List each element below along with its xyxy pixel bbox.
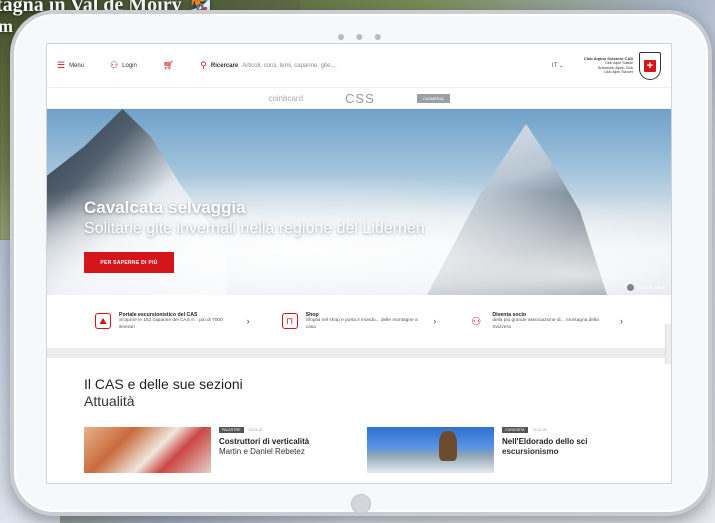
language-value: IT	[551, 63, 558, 69]
news-card-tags: PALESTRE 25.01.25	[219, 427, 351, 433]
feedback-side-tab[interactable]	[665, 324, 671, 364]
member-icon: ⚇	[471, 315, 482, 328]
news-card-body: PALESTRE 25.01.25 Costruttori di vertica…	[219, 427, 351, 473]
menu-label: Menu	[69, 62, 85, 69]
news-card-tags: CURIOSITÀ 24.01.25	[502, 427, 634, 433]
hero-subtitle: Solitarie gite invernali nella regione d…	[84, 220, 425, 237]
chevron-right-icon: ›	[433, 316, 437, 327]
hero-title: Cavalcata selvaggia	[84, 198, 246, 217]
top-navigation: ☰ Menu ⚇ Login 🛒︎ ⚲ Ricercare Articoli, …	[47, 44, 671, 88]
chevron-down-icon: ⌄	[558, 63, 564, 69]
category-badge: CURIOSITÀ	[502, 427, 528, 433]
home-button[interactable]	[351, 494, 371, 514]
shop-bag-icon: ⊓	[281, 313, 298, 330]
news-card-subtitle: escursionismo	[502, 447, 559, 456]
cas-logo-icon[interactable]: +	[639, 51, 661, 80]
org-line-2: Club Alpin Suisse	[605, 61, 633, 66]
news-card[interactable]: CURIOSITÀ 24.01.25 Nell'Eldorado dello s…	[367, 427, 634, 473]
promo-description: Scoprire le 152 capanne del CAS e... più…	[119, 318, 223, 330]
dog-figure	[439, 431, 457, 461]
learn-more-button[interactable]: PER SAPERNE DI PIÙ	[84, 252, 174, 273]
promo-strip: ⛰ Portale escursionistico del CAS Scopri…	[47, 295, 671, 349]
search-label: Ricercare	[210, 62, 239, 69]
news-card-subtitle: Martin e Daniel Rebetez	[219, 447, 305, 456]
promo-become-member[interactable]: ⚇ Diventa socio della più grande associa…	[468, 312, 623, 331]
search-input[interactable]: ⚲ Ricercare Articoli, corsi, temi, capan…	[200, 61, 552, 70]
sponsor-bar: coinbcard CSS CASMEDIA	[47, 88, 671, 109]
news-card[interactable]: PALESTRE 25.01.25 Costruttori di vertica…	[84, 427, 351, 473]
search-icon: ⚲	[200, 60, 207, 70]
news-heading: Il CAS e delle sue sezioni	[84, 376, 243, 392]
promo-text: Portale escursionistico del CAS Scoprire…	[119, 312, 239, 331]
photo-credit: © Kevin Wenk	[626, 284, 666, 291]
promo-description: della più grande associazione di... mont…	[492, 318, 599, 330]
org-name: Club Alpino Svizzero CAS Club Alpin Suis…	[583, 55, 633, 75]
org-line-1: Club Alpino Svizzero CAS	[583, 55, 633, 61]
cart-icon: 🛒︎	[162, 60, 175, 70]
swiss-cross-icon: +	[644, 59, 656, 72]
hero-text: Cavalcata selvaggia Solitarie gite inver…	[84, 198, 425, 238]
promo-hiking-portal[interactable]: ⛰ Portale escursionistico del CAS Scopri…	[95, 312, 250, 331]
category-badge: PALESTRE	[219, 427, 244, 433]
mountain-icon: ⛰	[95, 313, 111, 330]
camera-icon	[626, 284, 634, 291]
chevron-right-icon: ›	[246, 316, 250, 327]
news-card-image	[367, 427, 494, 473]
news-card-image	[84, 427, 211, 473]
hamburger-icon: ☰	[57, 60, 66, 70]
hero-banner: Cavalcata selvaggia Solitarie gite inver…	[47, 109, 671, 295]
sponsor-2[interactable]: CSS	[345, 91, 375, 106]
tablet-screen: ☰ Menu ⚇ Login 🛒︎ ⚲ Ricercare Articoli, …	[46, 43, 672, 484]
news-card-title: Nell'Eldorado dello sci	[502, 437, 588, 446]
camera-dots: ● ● ●	[336, 28, 386, 44]
menu-button[interactable]: ☰ Menu	[57, 61, 84, 70]
news-card-title: Costruttori di verticalità	[219, 437, 310, 446]
promo-shop[interactable]: ⊓ Shop Sfoglia nel shop e porta il mondo…	[281, 312, 437, 331]
news-subheading: Attualità	[84, 393, 135, 409]
login-button[interactable]: ⚇ Login	[110, 61, 137, 70]
sponsor-3[interactable]: CASMEDIA	[416, 93, 450, 103]
section-divider	[47, 349, 671, 358]
promo-text: Diventa socio della più grande associazi…	[492, 312, 612, 331]
org-line-3: Schweizer Alpen-Club	[597, 65, 633, 70]
news-card-body: CURIOSITÀ 24.01.25 Nell'Eldorado dello s…	[502, 427, 634, 473]
photo-credit-text: © Kevin Wenk	[636, 285, 666, 290]
background-caption-2: m	[0, 16, 13, 36]
search-placeholder: Articoli, corsi, temi, capanne, gite,...	[242, 62, 337, 69]
sponsor-1[interactable]: coinbcard	[268, 94, 303, 103]
date-label: 25.01.25	[248, 428, 263, 432]
promo-description: Sfoglia nel shop e porta il mondo... del…	[305, 318, 418, 330]
date-label: 24.01.25	[532, 428, 547, 432]
login-label: Login	[122, 62, 137, 69]
promo-text: Shop Sfoglia nel shop e porta il mondo..…	[306, 312, 426, 331]
chevron-right-icon: ›	[620, 316, 624, 327]
news-cards: PALESTRE 25.01.25 Costruttori di vertica…	[84, 427, 634, 473]
cart-button[interactable]: 🛒︎	[163, 61, 174, 70]
language-select[interactable]: IT ⌄	[552, 62, 564, 69]
org-line-4: Club Alpin Svizzer	[604, 69, 633, 74]
user-icon: ⚇	[110, 60, 119, 70]
news-section: Il CAS e delle sue sezioni Attualità PAL…	[47, 358, 671, 473]
